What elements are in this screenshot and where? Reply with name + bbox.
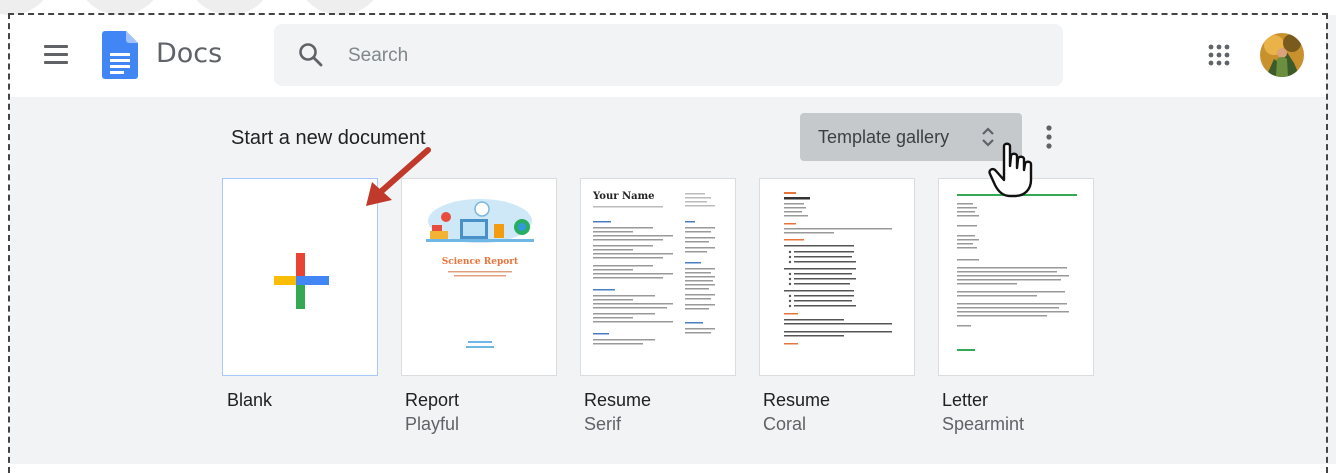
- dashed-frame: [8, 13, 1328, 473]
- hand-pointer-cursor-icon: [988, 142, 1033, 198]
- annotation-arrow-icon: [366, 147, 431, 206]
